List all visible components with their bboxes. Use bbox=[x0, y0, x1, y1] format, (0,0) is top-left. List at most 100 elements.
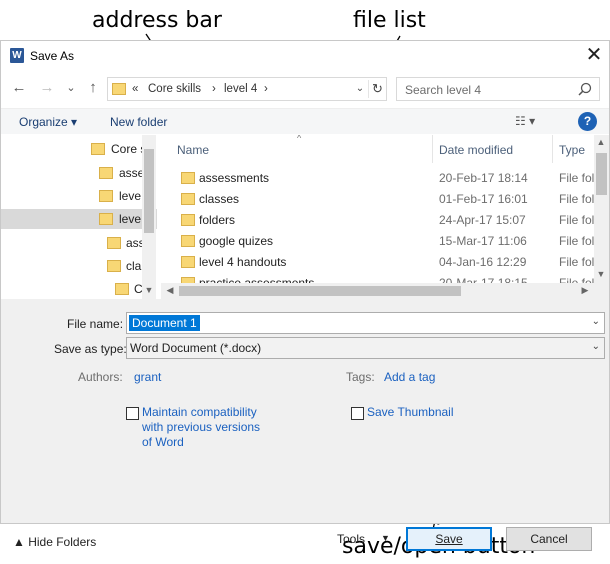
tree-item-level-4[interactable]: leve bbox=[1, 209, 157, 229]
file-date: 20-Feb-17 18:14 bbox=[439, 171, 528, 185]
navigation-pane: Core s asse leve leve ass cla C ▼ bbox=[1, 135, 157, 299]
save-as-dialog: W Save As ✕ ← → ⌄ ↑ « Core skills › leve… bbox=[0, 40, 610, 551]
tree-item-label: leve bbox=[119, 212, 142, 226]
file-date: 01-Feb-17 16:01 bbox=[439, 192, 528, 206]
file-type: File fol bbox=[559, 192, 595, 206]
navpane-scroll-thumb[interactable] bbox=[144, 149, 154, 233]
file-name: google quizes bbox=[199, 234, 274, 248]
folder-icon bbox=[181, 172, 195, 184]
recent-locations-icon[interactable]: ⌄ bbox=[61, 78, 81, 98]
column-header-name[interactable]: Name bbox=[171, 135, 433, 163]
file-name-value: Document 1 bbox=[129, 315, 200, 331]
save-type-select[interactable]: Word Document (*.docx) ⌄ bbox=[126, 337, 605, 359]
file-type: File fol bbox=[559, 234, 595, 248]
folder-icon bbox=[99, 190, 113, 202]
organize-button[interactable]: Organize ▾ bbox=[19, 115, 77, 129]
file-date: 04-Jan-16 12:29 bbox=[439, 255, 527, 269]
file-name: classes bbox=[199, 192, 240, 206]
tree-item-level-3[interactable]: leve bbox=[1, 186, 157, 206]
save-button[interactable]: Save bbox=[406, 527, 492, 551]
maintain-compat-checkbox[interactable] bbox=[126, 407, 139, 420]
folder-icon bbox=[181, 235, 195, 247]
save-thumbnail-checkbox[interactable] bbox=[351, 407, 364, 420]
maintain-compat-label[interactable]: Maintain compatibility with previous ver… bbox=[142, 405, 262, 450]
breadcrumb-separator-icon[interactable]: › bbox=[212, 83, 216, 95]
tags-field[interactable]: Add a tag bbox=[384, 370, 435, 384]
save-type-label: Save as type: bbox=[54, 342, 127, 356]
scroll-down-icon[interactable]: ▼ bbox=[142, 285, 156, 295]
tools-button[interactable]: Tools bbox=[337, 532, 365, 546]
change-view-icon[interactable]: ☷ ▾ bbox=[515, 114, 547, 130]
chevron-down-icon[interactable]: ⌄ bbox=[592, 316, 600, 327]
tree-item-assessments-sub[interactable]: ass bbox=[1, 233, 157, 253]
forward-arrow-icon[interactable]: → bbox=[37, 78, 57, 98]
folder-icon bbox=[91, 143, 105, 155]
file-type: File fol bbox=[559, 213, 595, 227]
tools-dropdown-icon[interactable]: ▼ bbox=[381, 533, 390, 543]
search-placeholder: Search level 4 bbox=[405, 83, 482, 97]
filelist-vertical-scrollbar[interactable]: ▲ ▼ bbox=[594, 135, 609, 283]
chevron-down-icon[interactable]: ⌄ bbox=[592, 341, 600, 352]
folder-icon bbox=[99, 213, 113, 225]
address-bar[interactable]: « Core skills › level 4 › ⌄ ↻ bbox=[107, 77, 387, 101]
file-row[interactable]: google quizes 15-Mar-17 11:06 File fol bbox=[161, 231, 597, 252]
folder-icon bbox=[99, 167, 113, 179]
file-row[interactable]: folders 24-Apr-17 15:07 File fol bbox=[161, 210, 597, 231]
scroll-right-icon[interactable]: ▶ bbox=[578, 285, 592, 296]
tree-item-classes[interactable]: cla bbox=[1, 256, 157, 276]
scroll-left-icon[interactable]: ◀ bbox=[163, 285, 177, 296]
up-arrow-icon[interactable]: ↑ bbox=[83, 78, 103, 98]
file-name: assessments bbox=[199, 171, 270, 185]
file-type: File fol bbox=[559, 255, 595, 269]
breadcrumb-separator-icon[interactable]: › bbox=[264, 83, 268, 95]
file-date: 24-Apr-17 15:07 bbox=[439, 213, 526, 227]
sort-arrow-icon: ^ bbox=[297, 135, 302, 143]
authors-label: Authors: bbox=[78, 370, 123, 384]
save-type-value: Word Document (*.docx) bbox=[130, 341, 262, 355]
dialog-title: Save As bbox=[30, 49, 75, 63]
file-name-label: File name: bbox=[67, 317, 124, 331]
breadcrumb-core-skills[interactable]: Core skills bbox=[148, 83, 201, 95]
file-type: File fol bbox=[559, 171, 595, 185]
tree-item-c[interactable]: C bbox=[1, 279, 157, 299]
file-row[interactable]: assessments 20-Feb-17 18:14 File fol bbox=[161, 168, 597, 189]
cancel-button[interactable]: Cancel bbox=[506, 527, 592, 551]
file-row[interactable]: level 4 handouts 04-Jan-16 12:29 File fo… bbox=[161, 252, 597, 273]
title-bar: W Save As ✕ bbox=[1, 41, 609, 71]
command-toolbar: Organize ▾ New folder ☷ ▾ ? bbox=[1, 108, 609, 134]
file-name-field[interactable]: Document 1 ⌄ bbox=[126, 312, 605, 334]
tree-item-core-skills[interactable]: Core s bbox=[1, 139, 157, 159]
hide-folders-button[interactable]: ▲ Hide Folders bbox=[13, 535, 96, 549]
word-app-icon: W bbox=[10, 48, 24, 63]
file-row[interactable]: classes 01-Feb-17 16:01 File fol bbox=[161, 189, 597, 210]
tags-label: Tags: bbox=[346, 370, 375, 384]
new-folder-button[interactable]: New folder bbox=[110, 115, 167, 129]
annotation-file-list: file list bbox=[353, 8, 426, 33]
close-icon[interactable]: ✕ bbox=[581, 43, 607, 69]
file-name: folders bbox=[199, 213, 236, 227]
refresh-icon[interactable]: ↻ bbox=[368, 80, 386, 98]
save-thumbnail-label[interactable]: Save Thumbnail bbox=[367, 405, 454, 420]
filelist-horizontal-thumb[interactable] bbox=[179, 286, 461, 296]
breadcrumb-overflow-icon[interactable]: « bbox=[132, 83, 138, 95]
back-arrow-icon[interactable]: ← bbox=[9, 78, 29, 98]
filelist-horizontal-scrollbar[interactable]: ◀ ▶ bbox=[161, 283, 594, 299]
address-dropdown-icon[interactable]: ⌄ bbox=[352, 80, 368, 98]
scroll-down-icon[interactable]: ▼ bbox=[594, 269, 608, 279]
file-date: 15-Mar-17 11:06 bbox=[439, 234, 527, 248]
folder-icon bbox=[181, 256, 195, 268]
tree-item-label: leve bbox=[119, 189, 142, 203]
search-input[interactable]: Search level 4 bbox=[396, 77, 600, 101]
breadcrumb-level-4[interactable]: level 4 bbox=[224, 83, 257, 95]
help-icon[interactable]: ? bbox=[578, 112, 597, 131]
tree-item-assessments[interactable]: asse bbox=[1, 163, 157, 183]
folder-icon bbox=[181, 193, 195, 205]
navigation-row: ← → ⌄ ↑ « Core skills › level 4 › ⌄ ↻ Se… bbox=[1, 74, 609, 104]
folder-icon bbox=[112, 83, 126, 95]
folder-icon bbox=[181, 214, 195, 226]
column-header-date[interactable]: Date modified bbox=[433, 135, 553, 163]
navpane-scrollbar[interactable]: ▼ bbox=[142, 135, 156, 299]
authors-field[interactable]: grant bbox=[134, 370, 161, 384]
filelist-vertical-thumb[interactable] bbox=[596, 153, 607, 195]
scroll-up-icon[interactable]: ▲ bbox=[594, 137, 608, 147]
